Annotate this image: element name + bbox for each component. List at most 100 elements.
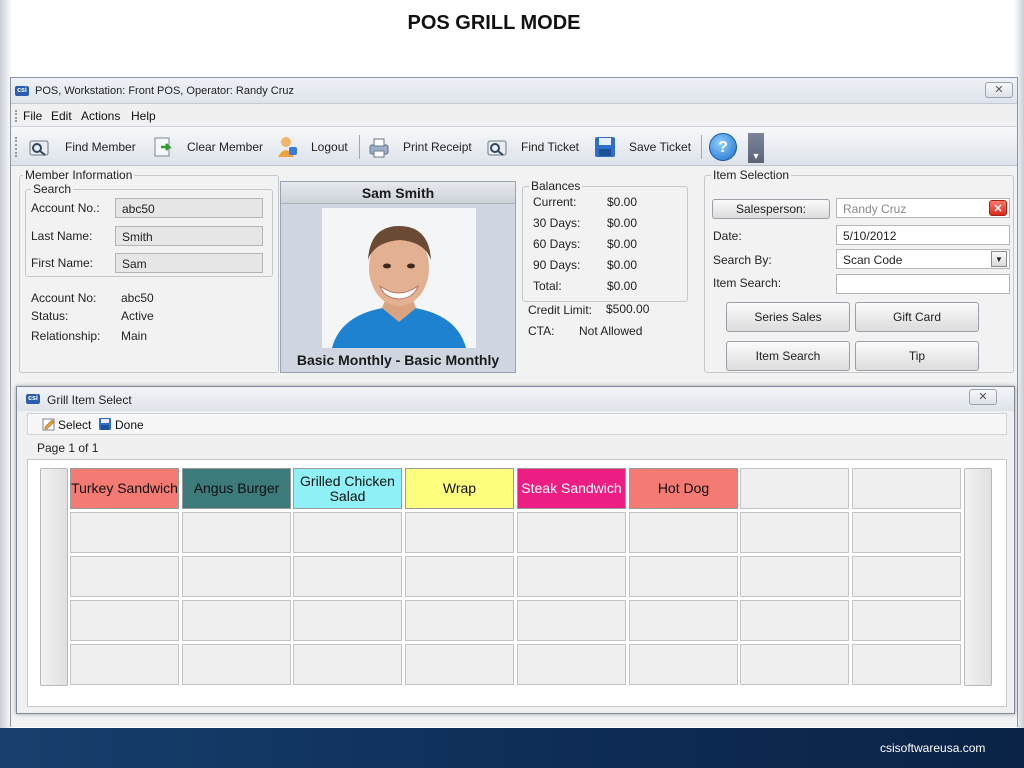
done-icon[interactable] <box>98 418 112 431</box>
empty-grill-tile[interactable] <box>70 644 179 685</box>
window-titlebar: csi POS, Workstation: Front POS, Operato… <box>11 78 1017 104</box>
empty-grill-tile[interactable] <box>852 600 961 641</box>
chevron-down-icon[interactable]: ▼ <box>991 251 1007 267</box>
grill-item-button[interactable]: Hot Dog <box>629 468 738 509</box>
item-search-input[interactable] <box>836 274 1010 294</box>
grill-item-button[interactable]: Angus Burger <box>182 468 291 509</box>
empty-grill-tile[interactable] <box>182 644 291 685</box>
salesperson-field[interactable]: Randy Cruz <box>836 198 1010 218</box>
find-member-icon[interactable] <box>27 135 51 159</box>
menu-help[interactable]: Help <box>131 109 156 123</box>
grill-item-button[interactable]: Wrap <box>405 468 514 509</box>
empty-grill-tile[interactable] <box>740 512 849 553</box>
clear-member-button[interactable]: Clear Member <box>187 140 263 154</box>
logout-button[interactable]: Logout <box>311 140 348 154</box>
empty-grill-tile[interactable] <box>517 556 626 597</box>
footer-website: csisoftwareusa.com <box>880 741 986 755</box>
last-name-label: Last Name: <box>31 229 93 243</box>
empty-grill-tile[interactable] <box>852 468 961 509</box>
empty-grill-tile[interactable] <box>517 600 626 641</box>
empty-grill-tile[interactable] <box>740 600 849 641</box>
grill-item-button[interactable]: Grilled Chicken Salad <box>293 468 402 509</box>
empty-grill-tile[interactable] <box>182 600 291 641</box>
empty-grill-tile[interactable] <box>629 512 738 553</box>
cta-label: CTA: <box>528 324 555 338</box>
empty-grill-tile[interactable] <box>629 556 738 597</box>
print-receipt-button[interactable]: Print Receipt <box>403 140 472 154</box>
empty-grill-tile[interactable] <box>517 644 626 685</box>
menu-actions[interactable]: Actions <box>81 109 120 123</box>
series-sales-button[interactable]: Series Sales <box>726 302 850 332</box>
grill-item-label: Grilled Chicken Salad <box>300 472 395 504</box>
grill-item-label: Turkey Sandwich <box>71 480 178 496</box>
grill-item-button[interactable]: Turkey Sandwich <box>70 468 179 509</box>
item-selection-label: Item Selection <box>711 168 792 182</box>
tip-button[interactable]: Tip <box>855 341 979 371</box>
empty-grill-tile[interactable] <box>740 468 849 509</box>
search-by-select[interactable]: Scan Code <box>836 249 1010 269</box>
balance-row-value: $0.00 <box>607 279 638 293</box>
select-button[interactable]: Select <box>58 418 91 432</box>
empty-grill-tile[interactable] <box>405 556 514 597</box>
window-close-button[interactable]: ✕ <box>985 82 1013 98</box>
empty-grill-tile[interactable] <box>740 556 849 597</box>
balance-row-value: $0.00 <box>607 237 638 251</box>
find-ticket-button[interactable]: Find Ticket <box>521 140 579 154</box>
menu-file[interactable]: File <box>23 109 42 123</box>
empty-grill-tile[interactable] <box>405 512 514 553</box>
empty-grill-tile[interactable] <box>293 644 402 685</box>
empty-grill-tile[interactable] <box>70 600 179 641</box>
empty-grill-tile[interactable] <box>852 644 961 685</box>
page-next-button[interactable] <box>964 468 992 686</box>
empty-grill-tile[interactable] <box>70 512 179 553</box>
empty-grill-tile[interactable] <box>182 556 291 597</box>
empty-grill-tile[interactable] <box>405 600 514 641</box>
page-indicator: Page 1 of 1 <box>37 441 99 455</box>
account-no-input[interactable]: abc50 <box>115 198 263 218</box>
empty-grill-tile[interactable] <box>293 556 402 597</box>
last-name-input[interactable]: Smith <box>115 226 263 246</box>
empty-grill-tile[interactable] <box>852 556 961 597</box>
clear-member-icon[interactable] <box>151 135 175 159</box>
balances-label: Balances <box>529 179 583 193</box>
toolbar-overflow-chevron-icon[interactable]: ▼ <box>748 133 764 163</box>
save-ticket-icon[interactable] <box>593 135 617 159</box>
empty-grill-tile[interactable] <box>629 644 738 685</box>
date-field[interactable]: 5/10/2012 <box>836 225 1010 245</box>
select-icon[interactable] <box>42 418 56 431</box>
help-icon[interactable]: ? <box>709 133 737 161</box>
grill-item-button[interactable]: Steak Sandwich <box>517 468 626 509</box>
relationship-value: Main <box>121 329 148 343</box>
search-by-label: Search By: <box>713 253 772 267</box>
clear-salesperson-icon[interactable]: ✕ <box>989 200 1007 216</box>
date-label: Date: <box>713 229 742 243</box>
slide-title: POS GRILL MODE <box>407 12 581 34</box>
empty-grill-tile[interactable] <box>293 600 402 641</box>
app-logo-icon: csi <box>26 394 40 404</box>
print-receipt-icon[interactable] <box>367 135 391 159</box>
menu-edit[interactable]: Edit <box>51 109 72 123</box>
search-group-label: Search <box>31 182 74 196</box>
cta-value: Not Allowed <box>579 324 643 338</box>
empty-grill-tile[interactable] <box>517 512 626 553</box>
empty-grill-tile[interactable] <box>405 644 514 685</box>
find-member-button[interactable]: Find Member <box>65 140 136 154</box>
find-ticket-icon[interactable] <box>485 135 509 159</box>
gift-card-button[interactable]: Gift Card <box>855 302 979 332</box>
first-name-input[interactable]: Sam <box>115 253 263 273</box>
grill-close-button[interactable]: ✕ <box>969 389 997 405</box>
salesperson-button[interactable]: Salesperson: <box>712 199 830 219</box>
done-button[interactable]: Done <box>115 418 144 432</box>
empty-grill-tile[interactable] <box>740 644 849 685</box>
empty-grill-tile[interactable] <box>629 600 738 641</box>
item-search-button[interactable]: Item Search <box>726 341 850 371</box>
empty-grill-tile[interactable] <box>182 512 291 553</box>
empty-grill-tile[interactable] <box>852 512 961 553</box>
empty-grill-tile[interactable] <box>293 512 402 553</box>
empty-grill-tile[interactable] <box>70 556 179 597</box>
logout-icon[interactable] <box>275 135 299 159</box>
first-name-label: First Name: <box>31 256 94 270</box>
app-logo-icon: csi <box>15 86 29 96</box>
page-prev-button[interactable] <box>40 468 68 686</box>
save-ticket-button[interactable]: Save Ticket <box>629 140 691 154</box>
